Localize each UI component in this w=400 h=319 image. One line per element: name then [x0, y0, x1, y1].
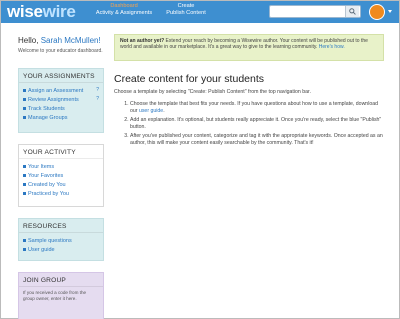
sidebar-item-label: Your Favorites [28, 172, 64, 179]
sidebar-item-label: Your Items [28, 163, 55, 170]
nav-create-sublabel: Publish Content [166, 10, 206, 16]
list-item: After you've published your content, cat… [130, 133, 386, 147]
step-after: . [163, 108, 165, 114]
sidebar-item-sample-questions[interactable]: Sample questions [23, 236, 99, 245]
greeting-prefix: Hello, [18, 36, 41, 45]
sidebar-item-assign-assessment[interactable]: Assign an Assessment? [23, 86, 99, 95]
sidebar-item-label: Manage Groups [28, 114, 68, 121]
user-name-link[interactable]: Sarah McMullen! [41, 36, 101, 45]
nav-create-label: Create [177, 3, 195, 9]
help-icon[interactable]: ? [96, 87, 99, 93]
sidebar-item-label: Review Assignments [28, 96, 79, 103]
search-button[interactable] [345, 6, 359, 17]
step-text: Add an explanation. It's optional, but s… [130, 117, 382, 130]
greeting: Hello, Sarah McMullen! [18, 36, 108, 45]
step-text: After you've published your content, cat… [130, 133, 383, 146]
sidebar-item-label: User guide [28, 246, 55, 253]
sidebar-item-label: Practiced by You [28, 190, 69, 197]
sidebar-item-track-students[interactable]: Track Students [23, 104, 99, 113]
top-navigation-bar: wisewire Dashboard Activity & Assignment… [1, 1, 399, 23]
bullet-icon [23, 164, 26, 168]
sidebar-item-your-items[interactable]: Your Items [23, 162, 99, 171]
bullet-icon [23, 238, 26, 242]
assignments-panel: YOUR ASSIGNMENTS Assign an Assessment? R… [18, 68, 104, 133]
join-group-description: If you received a code from the group ow… [23, 290, 87, 301]
resources-heading: RESOURCES [19, 219, 103, 233]
wisewire-logo[interactable]: wisewire [7, 2, 76, 22]
chevron-down-icon[interactable] [388, 10, 392, 13]
bullet-icon [23, 88, 26, 92]
sidebar-item-your-favorites[interactable]: Your Favorites [23, 171, 99, 180]
assignments-heading: YOUR ASSIGNMENTS [19, 69, 103, 83]
sidebar-item-manage-groups[interactable]: Manage Groups [23, 113, 99, 122]
activity-panel: YOUR ACTIVITY Your Items Your Favorites … [18, 144, 104, 207]
list-item: Choose the template that best fits your … [130, 101, 386, 115]
bullet-icon [23, 247, 26, 251]
notice-link[interactable]: Here's how. [319, 44, 345, 50]
sidebar-item-practiced-by-you[interactable]: Practiced by You [23, 189, 99, 198]
search-icon [349, 8, 356, 15]
steps-list: Choose the template that best fits your … [114, 101, 386, 147]
main-content: Create content for your students Choose … [114, 73, 386, 149]
welcome-text: Welcome to your educator dashboard. [18, 48, 103, 54]
bullet-icon [23, 173, 26, 177]
nav-create[interactable]: Create Publish Content [159, 3, 213, 17]
logo-text-wire: wire [42, 2, 76, 21]
join-group-heading: JOIN GROUP [19, 273, 103, 287]
bullet-icon [23, 97, 26, 101]
nav-dashboard[interactable]: Dashboard Activity & Assignments [93, 3, 155, 17]
bullet-icon [23, 106, 26, 110]
bullet-icon [23, 115, 26, 119]
sidebar-item-created-by-you[interactable]: Created by You [23, 180, 99, 189]
lead-text: Choose a template by selecting "Create: … [114, 89, 311, 95]
help-icon[interactable]: ? [96, 96, 99, 102]
nav-dashboard-label: Dashboard [110, 3, 138, 9]
bullet-icon [23, 191, 26, 195]
user-guide-link[interactable]: user guide [139, 108, 163, 114]
author-notice: Not an author yet? Extend your reach by … [114, 34, 384, 61]
step-text: Choose the template that best fits your … [130, 101, 379, 114]
sidebar-greeting: Hello, Sarah McMullen! Welcome to your e… [18, 31, 108, 54]
sidebar-item-user-guide[interactable]: User guide [23, 245, 99, 254]
sidebar-item-label: Assign an Assessment [28, 87, 84, 94]
join-group-panel: JOIN GROUP If you received a code from t… [18, 272, 104, 319]
sidebar-item-label: Sample questions [28, 237, 72, 244]
list-item: Add an explanation. It's optional, but s… [130, 117, 386, 131]
resources-panel: RESOURCES Sample questions User guide [18, 218, 104, 261]
sidebar-item-review-assignments[interactable]: Review Assignments? [23, 95, 99, 104]
sidebar-item-label: Created by You [28, 181, 66, 188]
notice-bold: Not an author yet? [120, 38, 165, 44]
logo-text-wise: wise [7, 2, 43, 21]
bullet-icon [23, 182, 26, 186]
page-title: Create content for your students [114, 73, 264, 85]
sidebar-item-label: Track Students [28, 105, 65, 112]
avatar[interactable] [369, 4, 385, 20]
nav-dashboard-sublabel: Activity & Assignments [95, 10, 153, 16]
activity-heading: YOUR ACTIVITY [19, 145, 103, 159]
